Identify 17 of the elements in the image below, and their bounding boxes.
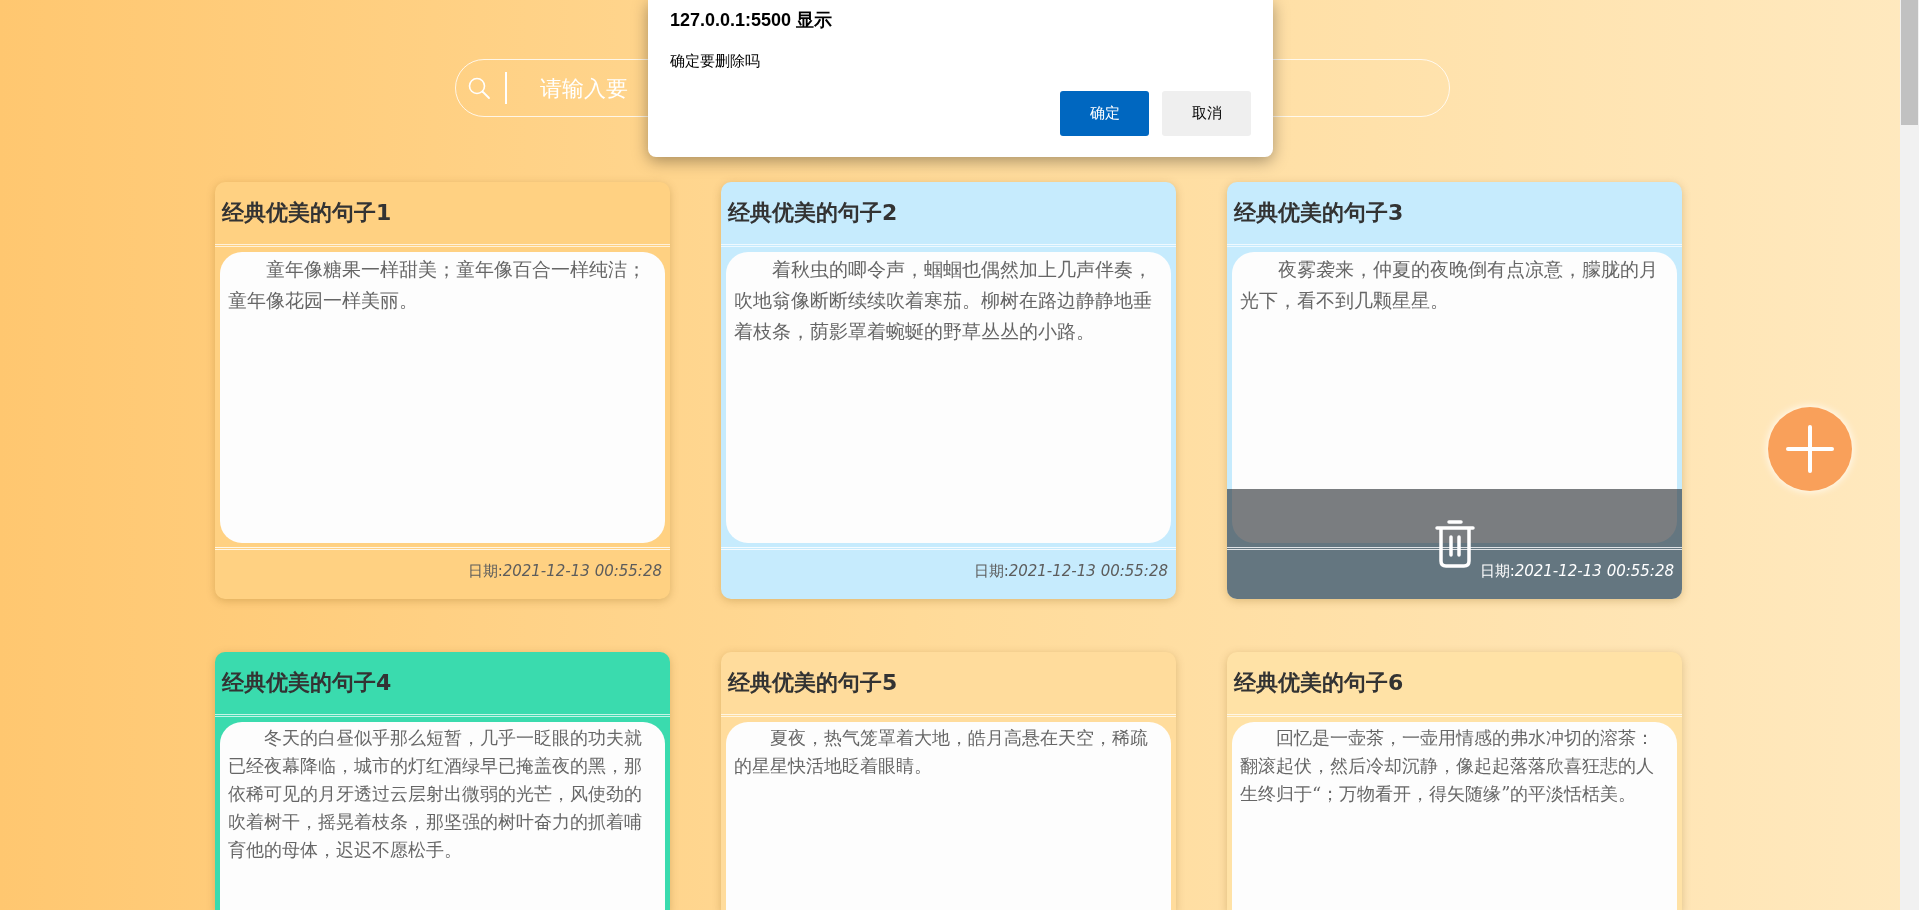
card-text: 回忆是一壶茶，一壶用情感的弗水冲切的溶茶：翻滚起伏，然后冷却沉静，像起起落落欣喜狂悲的人生终归于“；万物看开，得矢随缘”的平淡恬栝美。 (1232, 722, 1677, 910)
card-date: 日期:2021-12-13 00:55:28 (1227, 547, 1682, 599)
card-text: 夏夜，热气笼罩着大地，皓月高悬在天空，稀疏的星星快活地眨着眼睛。 (726, 722, 1171, 910)
card-text: 童年像糖果一样甜美；童年像百合一样纯洁；童年像花园一样美丽。 (220, 252, 665, 543)
card-text: 冬天的白昼似乎那么短暂，几乎一眨眼的功夫就已经夜幕降临，城市的灯红酒绿早已掩盖夜的黑，那依稀可见的月牙透过云层射出微弱的光芒，风使劲的吹着树干，摇晃着枝条，那坚强的树叶奋力的抓着哺育他的母体，迟迟不愿松手。 (220, 722, 665, 910)
card-text: 夜雾袭来，仲夏的夜晚倒有点凉意，朦胧的月光下，看不到几颗星星。 (1232, 252, 1677, 543)
dialog-title: 127.0.0.1:5500 显示 (670, 9, 834, 32)
dialog-message: 确定要删除吗 (670, 52, 761, 71)
card-date: 日期:2021-12-13 00:55:28 (721, 547, 1176, 599)
card-title: 经典优美的句子5 (721, 652, 1176, 717)
card-text: 着秋虫的唧令声，蝈蝈也偶然加上几声伴奏，吹地翁像断断续续吹着寒茄。柳树在路边静静地垂着枝条，荫影罩着蜿蜒的野草丛丛的小路。 (726, 252, 1171, 543)
card-date: 日期:2021-12-13 00:55:28 (215, 547, 670, 599)
card-title: 经典优美的句子6 (1227, 652, 1682, 717)
card-title: 经典优美的句子4 (215, 652, 670, 717)
card-title: 经典优美的句子2 (721, 182, 1176, 247)
card-title: 经典优美的句子1 (215, 182, 670, 247)
card-title: 经典优美的句子3 (1227, 182, 1682, 247)
